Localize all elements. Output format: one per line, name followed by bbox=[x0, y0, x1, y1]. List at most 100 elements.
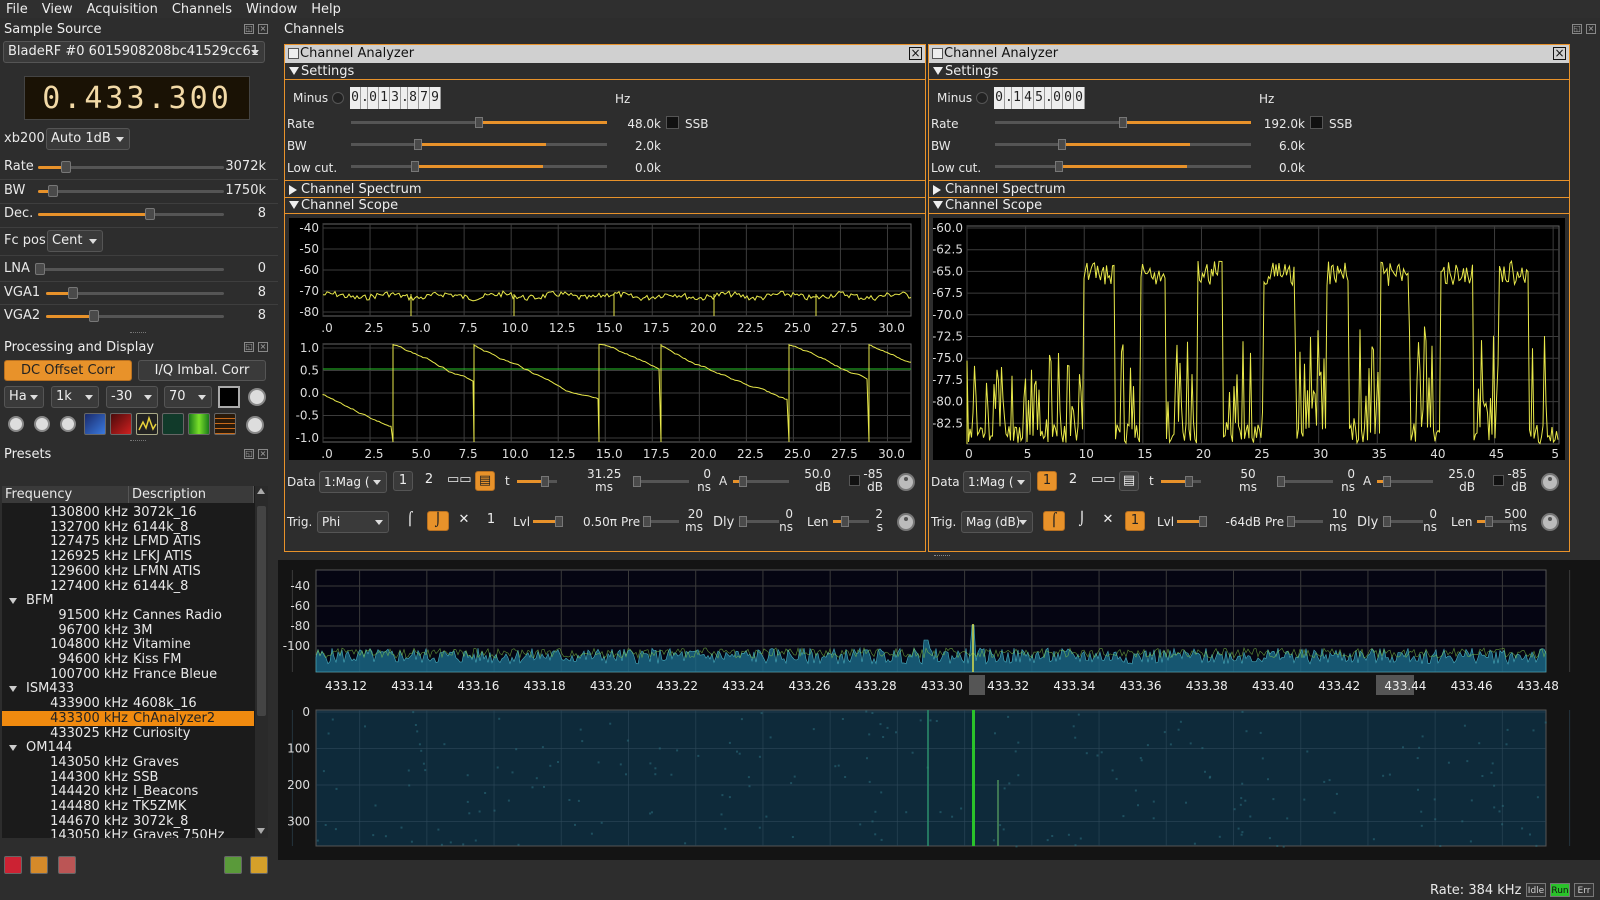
amp-slider-handle[interactable] bbox=[1383, 476, 1391, 487]
bw-slider[interactable] bbox=[351, 139, 607, 150]
length-slider-handle[interactable] bbox=[1485, 516, 1493, 527]
slider-handle[interactable] bbox=[1055, 161, 1063, 172]
time-slider[interactable] bbox=[517, 476, 557, 487]
stacked-layout-icon[interactable]: ▤ bbox=[1119, 471, 1139, 491]
device-select[interactable]: BladeRF #0 6015908208bc41529cc61 bbox=[3, 41, 265, 63]
ref-level-select[interactable]: -30 bbox=[106, 386, 158, 408]
pre-slider[interactable] bbox=[643, 516, 679, 527]
offset-digit[interactable]: . bbox=[1045, 87, 1053, 109]
offset-digits[interactable]: 0.013.879 bbox=[350, 87, 441, 109]
length-slider-handle[interactable] bbox=[841, 516, 849, 527]
float-icon[interactable]: ◱ bbox=[1572, 24, 1582, 34]
pre-slider-handle[interactable] bbox=[643, 516, 651, 527]
time-offset-handle[interactable] bbox=[633, 476, 641, 487]
phosphor-icon[interactable] bbox=[188, 413, 210, 435]
offset-digit[interactable]: 1 bbox=[1012, 87, 1023, 109]
close-icon[interactable]: × bbox=[1586, 24, 1596, 34]
close-icon[interactable]: × bbox=[258, 342, 268, 352]
scope-section[interactable]: Channel Scope bbox=[929, 197, 1569, 214]
menu-view[interactable]: View bbox=[42, 2, 73, 17]
amp-offset-knob[interactable] bbox=[897, 473, 915, 491]
time-slider-handle[interactable] bbox=[541, 476, 549, 487]
checkbox-icon[interactable] bbox=[288, 48, 299, 59]
scope-display[interactable]: -40 -50 -60 -70 -80.0 2.5 5.0 7.5 10.0 12.5 15.0 17… bbox=[289, 218, 921, 460]
delete-preset-icon[interactable] bbox=[4, 856, 22, 874]
preset-row[interactable]: 127475 kHz LFMD ATIS bbox=[2, 534, 254, 549]
slider-handle[interactable] bbox=[1057, 139, 1066, 150]
both-edges-icon[interactable]: ✕ bbox=[453, 511, 475, 531]
delay-slider[interactable] bbox=[1383, 516, 1423, 527]
preset-row[interactable]: 126925 kHz LFKJ ATIS bbox=[2, 549, 254, 564]
splitter-handle[interactable] bbox=[130, 332, 146, 334]
level-slider-handle[interactable] bbox=[1199, 516, 1207, 527]
minus-toggle[interactable] bbox=[332, 92, 344, 104]
lowcut-slider[interactable] bbox=[995, 161, 1251, 172]
amp-slider-handle[interactable] bbox=[739, 476, 747, 487]
falling-edge-icon[interactable]: ⌡ bbox=[1071, 511, 1093, 531]
data-mode-select[interactable]: 1:Mag ( bbox=[319, 471, 387, 493]
length-knob[interactable] bbox=[897, 513, 915, 531]
add-preset-icon[interactable] bbox=[224, 856, 242, 874]
main-spectrum-panel[interactable]: -40 -60 -80 -100 433.12 433.14 433.16 433.18 433… bbox=[278, 560, 1600, 860]
knob-icon[interactable] bbox=[34, 416, 50, 432]
offset-digit[interactable]: 7 bbox=[419, 87, 430, 109]
rising-edge-icon[interactable]: ⌠ bbox=[1043, 511, 1065, 531]
amp-offset-checkbox[interactable] bbox=[1493, 475, 1504, 486]
offset-digit[interactable]: 8 bbox=[408, 87, 419, 109]
amp-slider[interactable] bbox=[1377, 476, 1433, 487]
scroll-down-icon[interactable] bbox=[257, 828, 265, 834]
offset-digit[interactable]: 9 bbox=[430, 87, 441, 109]
preset-row[interactable]: 144420 kHz I_Beacons bbox=[2, 784, 254, 799]
max-hold-icon[interactable] bbox=[136, 413, 158, 435]
side-by-side-icon[interactable]: ▭▭ bbox=[1091, 471, 1116, 491]
delay-slider-handle[interactable] bbox=[739, 516, 747, 527]
xb200-select[interactable]: Auto 1dB bbox=[46, 128, 130, 150]
offset-digits[interactable]: 0.145.000 bbox=[994, 87, 1085, 109]
rate-slider[interactable] bbox=[995, 117, 1251, 128]
vga1-slider-handle[interactable] bbox=[67, 287, 78, 299]
time-slider[interactable] bbox=[1161, 476, 1201, 487]
collapse-icon[interactable] bbox=[9, 686, 17, 693]
grid-intensity-knob[interactable] bbox=[246, 416, 264, 434]
falling-edge-icon[interactable]: ⌡ bbox=[427, 511, 449, 531]
close-icon[interactable]: × bbox=[258, 449, 268, 459]
preset-group[interactable]: ISM433 bbox=[2, 681, 254, 696]
minus-toggle[interactable] bbox=[976, 92, 988, 104]
knob-icon[interactable] bbox=[60, 416, 76, 432]
time-slider-handle[interactable] bbox=[1185, 476, 1193, 487]
offset-digit[interactable]: 5 bbox=[1034, 87, 1045, 109]
offset-digit[interactable]: . bbox=[1005, 87, 1013, 109]
offset-digit[interactable]: . bbox=[401, 87, 409, 109]
menu-file[interactable]: File bbox=[6, 2, 28, 17]
level-slider[interactable] bbox=[1177, 516, 1207, 527]
waterfall-toggle-icon[interactable] bbox=[84, 413, 106, 435]
pre-slider[interactable] bbox=[1287, 516, 1323, 527]
window-select[interactable]: Ha bbox=[4, 386, 44, 408]
rising-edge-icon[interactable]: ⌠ bbox=[399, 511, 421, 531]
float-icon[interactable]: ◱ bbox=[244, 24, 254, 34]
preset-row[interactable]: 143050 kHz Graves 750Hz bbox=[2, 828, 254, 838]
time-offset-handle[interactable] bbox=[1277, 476, 1285, 487]
color-swatch[interactable] bbox=[218, 386, 240, 408]
persistence-icon[interactable] bbox=[162, 413, 184, 435]
frequency-dial[interactable]: 0.433.300 bbox=[24, 76, 250, 120]
offset-digit[interactable]: 0 bbox=[350, 87, 361, 109]
ssb-checkbox[interactable] bbox=[1310, 116, 1323, 129]
preset-row[interactable]: 433025 kHz Curiosity bbox=[2, 726, 254, 741]
bw-slider-handle[interactable] bbox=[47, 185, 58, 197]
preset-row[interactable]: 433300 kHz ChAnalyzer2 bbox=[2, 710, 254, 726]
dc-offset-button[interactable]: DC Offset Corr bbox=[4, 360, 132, 381]
scroll-up-icon[interactable] bbox=[257, 488, 265, 494]
trace1-button[interactable]: 1 bbox=[1037, 471, 1057, 491]
time-offset-slider[interactable] bbox=[633, 476, 689, 487]
preset-row[interactable]: 129600 kHz LFMN ATIS bbox=[2, 564, 254, 579]
collapse-icon[interactable] bbox=[9, 598, 17, 605]
offset-digit[interactable]: 4 bbox=[1023, 87, 1034, 109]
stacked-layout-icon[interactable]: ▤ bbox=[475, 471, 495, 491]
preset-row[interactable]: 104800 kHz Vitamine bbox=[2, 637, 254, 652]
column-header-description[interactable]: Description bbox=[129, 486, 254, 503]
offset-digit[interactable]: 0 bbox=[1074, 87, 1085, 109]
delay-slider-handle[interactable] bbox=[1383, 516, 1391, 527]
menu-help[interactable]: Help bbox=[311, 2, 341, 17]
presets-scrollbar[interactable] bbox=[255, 486, 268, 838]
